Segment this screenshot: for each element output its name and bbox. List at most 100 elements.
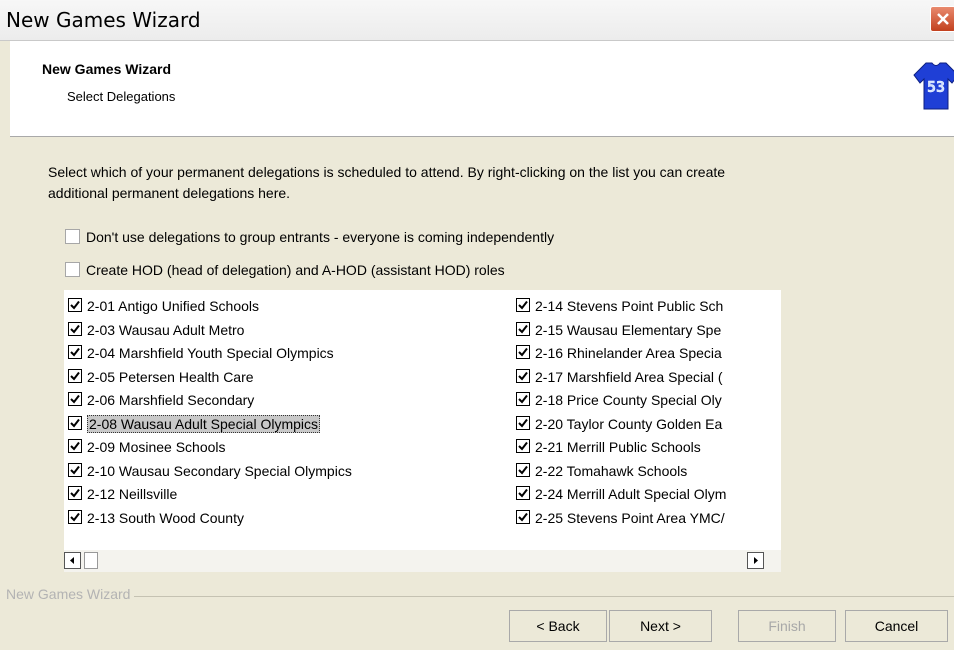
delegation-checkbox[interactable] bbox=[516, 368, 530, 383]
delegation-checkbox[interactable] bbox=[516, 345, 530, 360]
wizard-content: Select which of your permanent delegatio… bbox=[10, 137, 954, 597]
checkmark-icon bbox=[518, 371, 528, 381]
delegation-item[interactable]: 2-22 Tomahawk Schools bbox=[516, 460, 781, 484]
delegation-item[interactable]: 2-04 Marshfield Youth Special Olympics bbox=[68, 342, 352, 366]
delegation-item[interactable]: 2-25 Stevens Point Area YMC/ bbox=[516, 507, 781, 531]
window-title: New Games Wizard bbox=[6, 8, 201, 32]
delegation-label: 2-01 Antigo Unified Schools bbox=[87, 298, 259, 314]
checkmark-icon bbox=[518, 465, 528, 475]
delegation-item[interactable]: 2-18 Price County Special Oly bbox=[516, 389, 781, 413]
delegation-checkbox[interactable] bbox=[68, 439, 82, 454]
delegation-label: 2-03 Wausau Adult Metro bbox=[87, 321, 245, 338]
delegations-column-1: 2-01 Antigo Unified Schools 2-03 Wausau A… bbox=[68, 295, 352, 530]
checkmark-icon bbox=[70, 489, 80, 498]
delegation-checkbox[interactable] bbox=[68, 415, 82, 430]
delegation-item[interactable]: 2-16 Rhinelander Area Specia bbox=[516, 342, 781, 366]
checkmark-icon bbox=[518, 348, 528, 357]
cancel-button[interactable]: Cancel bbox=[845, 610, 948, 642]
close-button[interactable] bbox=[930, 6, 954, 32]
delegation-item[interactable]: 2-05 Petersen Health Care bbox=[68, 366, 352, 390]
delegation-checkbox[interactable] bbox=[516, 462, 530, 477]
next-button[interactable]: Next > bbox=[609, 610, 712, 642]
delegation-item[interactable]: 2-24 Merrill Adult Special Olym bbox=[516, 483, 781, 507]
create-hod-checkbox[interactable] bbox=[65, 261, 80, 277]
checkmark-icon bbox=[70, 418, 80, 428]
delegation-checkbox[interactable] bbox=[516, 415, 530, 430]
delegation-checkbox[interactable] bbox=[68, 298, 82, 313]
delegation-item[interactable]: 2-03 Wausau Adult Metro bbox=[68, 319, 352, 343]
delegation-checkbox[interactable] bbox=[68, 345, 82, 360]
delegation-label: 2-13 South Wood County bbox=[87, 509, 244, 526]
checkmark-icon bbox=[70, 395, 80, 404]
delegation-label: 2-10 Wausau Secondary Special Olympics bbox=[87, 462, 352, 479]
delegation-item[interactable]: 2-15 Wausau Elementary Spe bbox=[516, 319, 781, 343]
delegation-checkbox[interactable] bbox=[68, 321, 82, 336]
arrow-left-icon bbox=[70, 557, 74, 564]
finish-button[interactable]: Finish bbox=[738, 610, 836, 642]
delegation-item[interactable]: 2-12 Neillsville bbox=[68, 483, 352, 507]
wizard-window: New Games Wizard New Games Wizard Select… bbox=[0, 0, 954, 650]
checkmark-icon bbox=[518, 324, 528, 334]
horizontal-scrollbar[interactable] bbox=[64, 550, 781, 572]
group-divider bbox=[120, 596, 954, 597]
checkmark-icon bbox=[70, 301, 80, 310]
checkmark-icon bbox=[70, 465, 80, 475]
delegation-checkbox[interactable] bbox=[516, 298, 530, 313]
delegation-item[interactable]: 2-10 Wausau Secondary Special Olympics bbox=[68, 460, 352, 484]
checkmark-icon bbox=[70, 371, 80, 381]
delegation-label: 2-24 Merrill Adult Special Olym bbox=[535, 486, 727, 502]
delegation-checkbox[interactable] bbox=[516, 392, 530, 407]
delegation-checkbox[interactable] bbox=[68, 368, 82, 383]
delegation-checkbox[interactable] bbox=[516, 509, 530, 524]
delegations-listbox[interactable]: 2-01 Antigo Unified Schools 2-03 Wausau A… bbox=[64, 290, 781, 550]
delegation-item[interactable]: 2-06 Marshfield Secondary bbox=[68, 389, 352, 413]
delegation-label: 2-25 Stevens Point Area YMC/ bbox=[535, 509, 725, 526]
delegation-item[interactable]: 2-17 Marshfield Area Special ( bbox=[516, 366, 781, 390]
delegation-label: 2-15 Wausau Elementary Spe bbox=[535, 321, 722, 338]
checkmark-icon bbox=[518, 418, 528, 428]
delegation-checkbox[interactable] bbox=[516, 439, 530, 454]
delegation-item[interactable]: 2-09 Mosinee Schools bbox=[68, 436, 352, 460]
no-delegations-option[interactable]: Don't use delegations to group entrants … bbox=[65, 227, 554, 247]
no-delegations-label: Don't use delegations to group entrants … bbox=[86, 229, 555, 245]
checkmark-icon bbox=[70, 512, 80, 522]
no-delegations-checkbox[interactable] bbox=[65, 228, 80, 244]
jersey-logo-icon: 53 bbox=[913, 62, 954, 110]
delegation-item[interactable]: 2-14 Stevens Point Public Sch bbox=[516, 295, 781, 319]
delegation-item[interactable]: 2-08 Wausau Adult Special Olympics bbox=[68, 413, 352, 437]
delegation-checkbox[interactable] bbox=[516, 321, 530, 336]
delegation-label: 2-22 Tomahawk Schools bbox=[535, 462, 688, 479]
delegation-label: 2-12 Neillsville bbox=[87, 486, 178, 502]
wizard-header: New Games Wizard Select Delegations 53 bbox=[10, 41, 954, 137]
delegation-checkbox[interactable] bbox=[68, 462, 82, 477]
create-hod-label: Create HOD (head of delegation) and A-HO… bbox=[86, 262, 505, 278]
delegation-checkbox[interactable] bbox=[516, 486, 530, 501]
delegation-item[interactable]: 2-13 South Wood County bbox=[68, 507, 352, 531]
delegation-item[interactable]: 2-20 Taylor County Golden Ea bbox=[516, 413, 781, 437]
delegation-item[interactable]: 2-21 Merrill Public Schools bbox=[516, 436, 781, 460]
delegation-label: 2-14 Stevens Point Public Sch bbox=[535, 298, 724, 314]
title-bar: New Games Wizard bbox=[0, 0, 954, 41]
checkmark-icon bbox=[518, 395, 528, 404]
delegation-checkbox[interactable] bbox=[68, 509, 82, 524]
scroll-right-button[interactable] bbox=[747, 552, 764, 569]
checkmark-icon bbox=[70, 348, 80, 357]
delegation-item[interactable]: 2-01 Antigo Unified Schools bbox=[68, 295, 352, 319]
close-icon bbox=[937, 13, 949, 25]
scroll-left-button[interactable] bbox=[64, 552, 81, 569]
header-subtitle: Select Delegations bbox=[67, 89, 176, 104]
delegation-checkbox[interactable] bbox=[68, 392, 82, 407]
delegation-label: 2-21 Merrill Public Schools bbox=[535, 439, 701, 455]
create-hod-option[interactable]: Create HOD (head of delegation) and A-HO… bbox=[65, 260, 505, 280]
checkmark-icon bbox=[70, 324, 80, 334]
checkmark-icon bbox=[70, 442, 80, 451]
delegation-checkbox[interactable] bbox=[68, 486, 82, 501]
delegation-label: 2-20 Taylor County Golden Ea bbox=[535, 415, 723, 432]
checkmark-icon bbox=[518, 512, 528, 522]
checkmark-icon bbox=[518, 489, 528, 498]
scroll-thumb[interactable] bbox=[84, 552, 98, 569]
back-button[interactable]: < Back bbox=[509, 610, 607, 642]
delegation-label: 2-18 Price County Special Oly bbox=[535, 392, 722, 408]
delegation-label: 2-04 Marshfield Youth Special Olympics bbox=[87, 345, 334, 361]
checkmark-icon bbox=[518, 442, 528, 451]
